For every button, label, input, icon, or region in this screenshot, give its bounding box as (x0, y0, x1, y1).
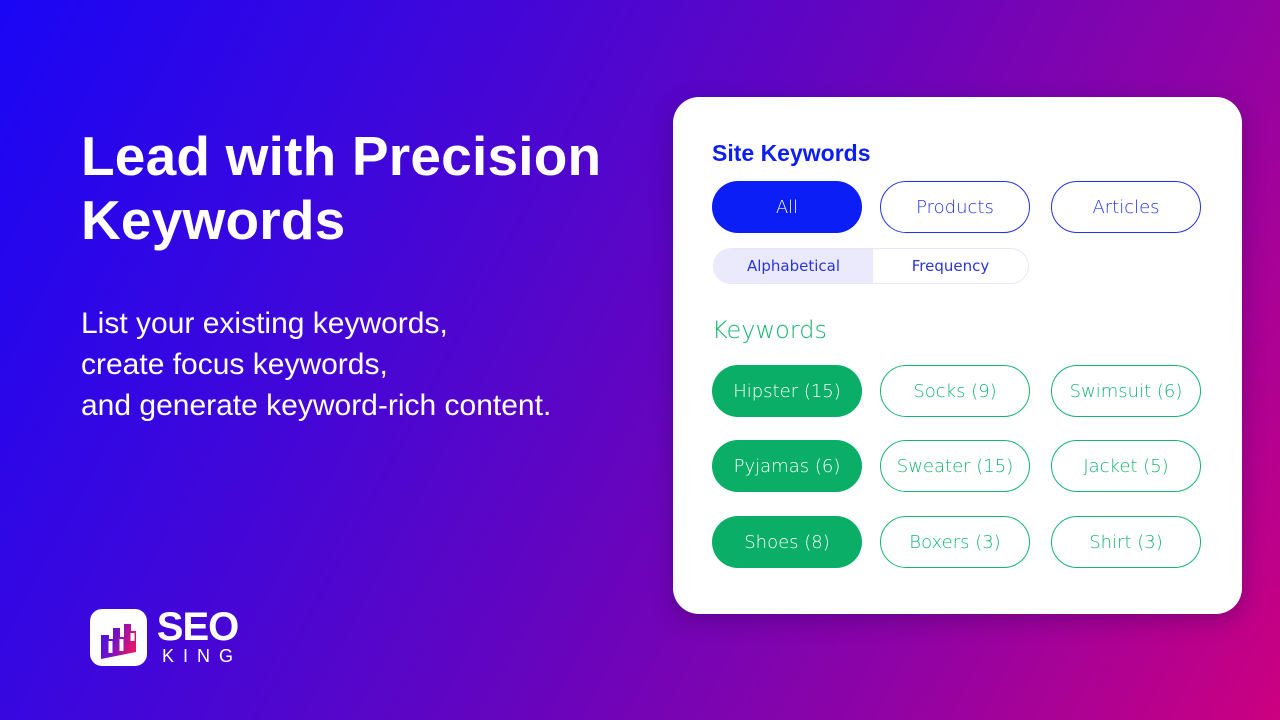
headline: Lead with Precision Keywords (81, 124, 601, 252)
keyword-chip[interactable]: Swimsuit (6) (1051, 365, 1201, 417)
logo-king-text: KING (162, 646, 243, 666)
seo-king-logo: SEO KING (90, 605, 243, 666)
headline-line-2: Keywords (81, 189, 346, 251)
subtext-line-2: create focus keywords, (81, 348, 388, 381)
keyword-chip[interactable]: Socks (9) (880, 365, 1030, 417)
subtext: List your existing keywords, create focu… (81, 303, 551, 426)
sort-alphabetical-tab[interactable]: Alphabetical (714, 249, 873, 283)
site-keywords-card: Site Keywords All Products Articles Alph… (673, 97, 1242, 614)
headline-line-1: Lead with Precision (81, 125, 602, 187)
bar-chart-logo-icon (90, 608, 147, 666)
subtext-line-1: List your existing keywords, (81, 307, 448, 340)
filter-products-button[interactable]: Products (880, 181, 1030, 233)
keyword-chip[interactable]: Sweater (15) (880, 440, 1030, 492)
logo-seo-text: SEO (156, 605, 239, 649)
filter-articles-button[interactable]: Articles (1051, 181, 1201, 233)
sort-toggle: Alphabetical Frequency (713, 248, 1029, 284)
keyword-chip[interactable]: Jacket (5) (1051, 440, 1201, 492)
filter-all-button[interactable]: All (712, 181, 862, 233)
keywords-heading: Keywords (712, 316, 828, 344)
subtext-line-3: and generate keyword-rich content. (81, 389, 552, 422)
keyword-chip[interactable]: Hipster (15) (712, 365, 862, 417)
logo-wordmark: SEO KING (153, 605, 243, 666)
keyword-chip[interactable]: Pyjamas (6) (712, 440, 862, 492)
card-title: Site Keywords (712, 140, 871, 166)
keyword-chip[interactable]: Shirt (3) (1051, 516, 1201, 568)
sort-frequency-tab[interactable]: Frequency (873, 249, 1028, 283)
keyword-chip[interactable]: Shoes (8) (712, 516, 862, 568)
keyword-chip[interactable]: Boxers (3) (880, 516, 1030, 568)
